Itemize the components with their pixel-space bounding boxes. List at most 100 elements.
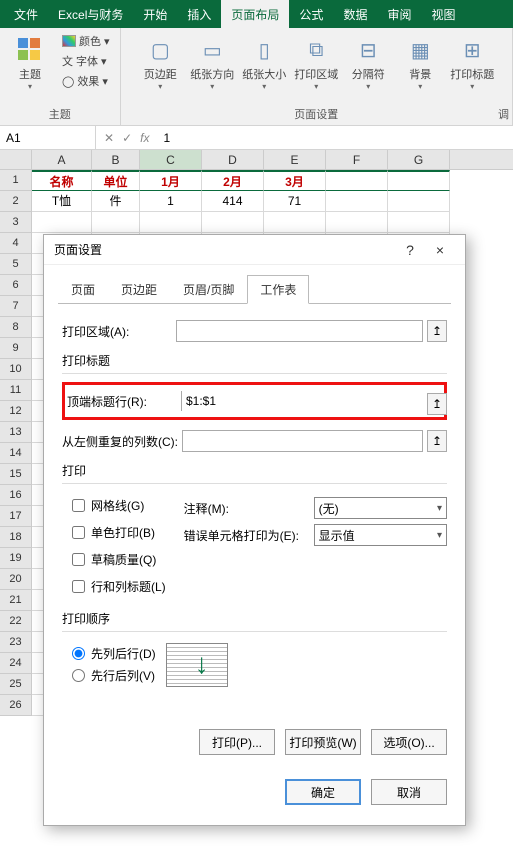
rows-top-input[interactable] — [181, 391, 436, 411]
ok-button[interactable]: 确定 — [285, 779, 361, 805]
row-header[interactable]: 12 — [0, 401, 32, 422]
background-button[interactable]: ▦背景▾ — [396, 32, 444, 91]
errors-dropdown[interactable]: 显示值▾ — [314, 524, 447, 546]
menu-item-5[interactable]: 公式 — [289, 0, 333, 28]
fx-icon[interactable]: fx — [140, 131, 149, 145]
cell[interactable]: 71 — [264, 191, 326, 212]
column-header[interactable]: E — [264, 150, 326, 169]
fonts-button[interactable]: 文字体 ▾ — [58, 52, 114, 70]
column-header[interactable]: C — [140, 150, 202, 169]
collapse-dialog-button[interactable]: ↥ — [427, 320, 447, 342]
print-area-input[interactable] — [176, 320, 423, 342]
row-header[interactable]: 9 — [0, 338, 32, 359]
help-button[interactable]: ? — [395, 242, 425, 258]
row-header[interactable]: 24 — [0, 653, 32, 674]
cancel-button[interactable]: 取消 — [371, 779, 447, 805]
menu-item-0[interactable]: 文件 — [4, 0, 48, 28]
dialog-tab[interactable]: 页边距 — [108, 275, 170, 304]
cell[interactable] — [92, 212, 140, 233]
cell[interactable]: T恤 — [32, 191, 92, 212]
row-header[interactable]: 19 — [0, 548, 32, 569]
breaks-button[interactable]: ⊟分隔符▾ — [344, 32, 392, 91]
row-header[interactable]: 15 — [0, 464, 32, 485]
cell[interactable] — [388, 170, 450, 191]
rowcol-checkbox[interactable]: 行和列标题(L) — [72, 578, 166, 595]
row-header[interactable]: 2 — [0, 191, 32, 212]
cell[interactable] — [140, 212, 202, 233]
menu-item-4[interactable]: 页面布局 — [221, 0, 289, 28]
menu-item-3[interactable]: 插入 — [177, 0, 221, 28]
row-header[interactable]: 1 — [0, 170, 32, 191]
print-preview-button[interactable]: 打印预览(W) — [285, 729, 361, 755]
margins-button[interactable]: ▢页边距▾ — [136, 32, 184, 91]
cell[interactable] — [326, 212, 388, 233]
row-header[interactable]: 7 — [0, 296, 32, 317]
row-header[interactable]: 13 — [0, 422, 32, 443]
column-header[interactable]: F — [326, 150, 388, 169]
close-button[interactable]: × — [425, 242, 455, 258]
cell[interactable] — [388, 212, 450, 233]
effects-button[interactable]: ◯效果 ▾ — [58, 72, 114, 90]
row-header[interactable]: 8 — [0, 317, 32, 338]
row-header[interactable]: 18 — [0, 527, 32, 548]
order-down-radio[interactable]: 先列后行(D) — [72, 645, 156, 662]
print-area-button[interactable]: ⧉打印区域▾ — [292, 32, 340, 91]
comments-dropdown[interactable]: (无)▾ — [314, 497, 447, 519]
bw-checkbox[interactable]: 单色打印(B) — [72, 524, 166, 541]
orientation-button[interactable]: ▭纸张方向▾ — [188, 32, 236, 91]
column-header[interactable]: D — [202, 150, 264, 169]
cols-left-input[interactable] — [182, 430, 423, 452]
column-header[interactable]: A — [32, 150, 92, 169]
menu-item-8[interactable]: 视图 — [421, 0, 465, 28]
row-header[interactable]: 6 — [0, 275, 32, 296]
row-header[interactable]: 21 — [0, 590, 32, 611]
cell[interactable]: 2月 — [202, 170, 264, 191]
cell[interactable]: 件 — [92, 191, 140, 212]
column-header[interactable]: G — [388, 150, 450, 169]
formula-input[interactable]: 1 — [157, 131, 513, 145]
menu-item-2[interactable]: 开始 — [133, 0, 177, 28]
row-header[interactable]: 4 — [0, 233, 32, 254]
print-titles-button[interactable]: ⊞打印标题▾ — [448, 32, 496, 91]
dialog-tab[interactable]: 页眉/页脚 — [170, 275, 247, 304]
row-header[interactable]: 22 — [0, 611, 32, 632]
menu-item-7[interactable]: 审阅 — [377, 0, 421, 28]
row-header[interactable]: 11 — [0, 380, 32, 401]
cell[interactable] — [202, 212, 264, 233]
colors-button[interactable]: 颜色 ▾ — [58, 32, 114, 50]
row-header[interactable]: 17 — [0, 506, 32, 527]
row-header[interactable]: 5 — [0, 254, 32, 275]
options-button[interactable]: 选项(O)... — [371, 729, 447, 755]
cell[interactable]: 单位 — [92, 170, 140, 191]
size-button[interactable]: ▯纸张大小▾ — [240, 32, 288, 91]
select-all-corner[interactable] — [0, 150, 32, 169]
cell[interactable] — [32, 212, 92, 233]
order-over-radio[interactable]: 先行后列(V) — [72, 667, 156, 684]
row-header[interactable]: 16 — [0, 485, 32, 506]
row-header[interactable]: 20 — [0, 569, 32, 590]
cell[interactable]: 1 — [140, 191, 202, 212]
cancel-icon[interactable]: ✕ — [104, 131, 114, 145]
menu-item-1[interactable]: Excel与财务 — [48, 0, 133, 28]
gridlines-checkbox[interactable]: 网格线(G) — [72, 497, 166, 514]
cell[interactable] — [388, 191, 450, 212]
cell[interactable]: 414 — [202, 191, 264, 212]
column-header[interactable]: B — [92, 150, 140, 169]
dialog-tab[interactable]: 页面 — [58, 275, 108, 304]
row-header[interactable]: 3 — [0, 212, 32, 233]
row-header[interactable]: 10 — [0, 359, 32, 380]
row-header[interactable]: 14 — [0, 443, 32, 464]
cell[interactable] — [326, 170, 388, 191]
cell[interactable] — [264, 212, 326, 233]
cell[interactable]: 3月 — [264, 170, 326, 191]
collapse-dialog-button[interactable]: ↥ — [427, 393, 447, 415]
row-header[interactable]: 26 — [0, 695, 32, 716]
print-button[interactable]: 打印(P)... — [199, 729, 275, 755]
row-header[interactable]: 23 — [0, 632, 32, 653]
enter-icon[interactable]: ✓ — [122, 131, 132, 145]
cell[interactable] — [326, 191, 388, 212]
cell[interactable]: 1月 — [140, 170, 202, 191]
theme-button[interactable]: 主题 ▾ — [6, 32, 54, 91]
collapse-dialog-button[interactable]: ↥ — [427, 430, 447, 452]
draft-checkbox[interactable]: 草稿质量(Q) — [72, 551, 166, 568]
